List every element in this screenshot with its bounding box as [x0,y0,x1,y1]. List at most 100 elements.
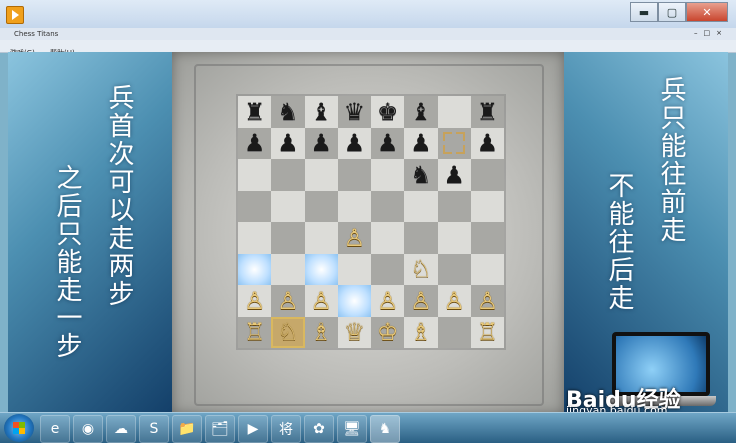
board-square[interactable] [304,190,338,222]
black-piece[interactable]: ♟ [377,131,399,155]
start-button[interactable] [4,414,34,442]
board-square[interactable] [271,222,305,254]
board-square[interactable] [404,222,438,254]
board-square[interactable]: ♙ [404,285,438,317]
board-square[interactable]: ♝ [404,96,438,128]
board-square[interactable]: ♔ [371,316,405,348]
taskbar-app-icon[interactable]: ✿ [304,415,334,443]
board-square[interactable]: ♙ [470,285,504,317]
taskbar-app-icon[interactable]: 将 [271,415,301,443]
board-square[interactable]: ♛ [337,96,371,128]
taskbar-app-icon[interactable]: 🗂 [205,415,235,443]
board-square[interactable] [371,222,405,254]
white-piece[interactable]: ♘ [277,320,299,344]
black-piece[interactable]: ♛ [344,100,366,124]
taskbar-app-icon[interactable]: 🖥 [337,415,367,443]
black-piece[interactable]: ♝ [310,100,332,124]
board-square[interactable]: ♟ [437,159,471,191]
board-square[interactable]: ♙ [271,285,305,317]
board-square[interactable] [304,253,338,285]
board-square[interactable] [470,159,504,191]
white-piece[interactable]: ♙ [310,289,332,313]
white-piece[interactable]: ♖ [477,320,499,344]
white-piece[interactable]: ♗ [310,320,332,344]
black-piece[interactable]: ♟ [277,131,299,155]
taskbar-app-icon[interactable]: e [40,415,70,443]
black-piece[interactable]: ♞ [277,100,299,124]
white-piece[interactable]: ♙ [410,289,432,313]
board-square[interactable] [470,190,504,222]
board-square[interactable] [371,253,405,285]
white-piece[interactable]: ♙ [443,289,465,313]
black-piece[interactable]: ♟ [310,131,332,155]
board-square[interactable]: ♜ [238,96,272,128]
board-square[interactable] [271,159,305,191]
board-square[interactable] [238,190,272,222]
board-square[interactable] [437,253,471,285]
taskbar-app-icon[interactable]: ◉ [73,415,103,443]
chess-board[interactable]: ♜ ♞ ♝ ♛ ♚ ♝ ♜ ♟ ♟ ♟ ♟ ♟ ♟ ♟ ♞ ♟ ♙ ♘ ♙ ♙ ♙ ♙ ♙ ♙ ♙ ♖ ♘ ♗ ♕ ♔ ♗ ♖ [238,96,504,348]
white-piece[interactable]: ♙ [377,289,399,313]
taskbar-app-icon[interactable]: ♞ [370,415,400,443]
taskbar-app-icon[interactable]: S [139,415,169,443]
board-square[interactable] [238,159,272,191]
maximize-button[interactable]: ▢ [658,2,686,22]
board-square[interactable]: ♗ [404,316,438,348]
board-square[interactable]: ♟ [238,127,272,159]
taskbar-app-icon[interactable]: 📁 [172,415,202,443]
black-piece[interactable]: ♞ [410,163,432,187]
black-piece[interactable]: ♟ [477,131,499,155]
board-square[interactable] [470,253,504,285]
board-square[interactable] [337,190,371,222]
black-piece[interactable]: ♜ [244,100,266,124]
white-piece[interactable]: ♙ [344,226,366,250]
board-square[interactable]: ♚ [371,96,405,128]
white-piece[interactable]: ♙ [477,289,499,313]
board-square[interactable]: ♟ [271,127,305,159]
board-square[interactable]: ♟ [470,127,504,159]
board-square[interactable]: ♙ [371,285,405,317]
white-piece[interactable]: ♘ [410,257,432,281]
board-square[interactable] [437,222,471,254]
white-piece[interactable]: ♕ [344,320,366,344]
board-square[interactable] [304,159,338,191]
white-piece[interactable]: ♙ [277,289,299,313]
taskbar-app-icon[interactable]: ☁ [106,415,136,443]
black-piece[interactable]: ♟ [443,163,465,187]
board-square[interactable] [238,253,272,285]
board-square[interactable]: ♝ [304,96,338,128]
board-square[interactable]: ♟ [404,127,438,159]
white-piece[interactable]: ♔ [377,320,399,344]
white-piece[interactable]: ♖ [244,320,266,344]
board-square[interactable]: ♗ [304,316,338,348]
white-piece[interactable]: ♙ [244,289,266,313]
board-square[interactable] [238,222,272,254]
board-square[interactable]: ♕ [337,316,371,348]
minimize-button[interactable]: ▬ [630,2,658,22]
board-square[interactable]: ♖ [238,316,272,348]
board-square[interactable]: ♞ [271,96,305,128]
title-bar[interactable]: ▬ ▢ ✕ [0,0,736,29]
board-square[interactable]: ♖ [470,316,504,348]
board-square[interactable] [470,222,504,254]
board-square[interactable] [271,190,305,222]
board-square[interactable]: ♙ [304,285,338,317]
board-square[interactable]: ♞ [404,159,438,191]
board-square[interactable]: ♘ [271,316,305,348]
board-square[interactable] [437,127,471,159]
black-piece[interactable]: ♟ [410,131,432,155]
black-piece[interactable]: ♚ [377,100,399,124]
board-square[interactable]: ♙ [437,285,471,317]
board-square[interactable]: ♘ [404,253,438,285]
black-piece[interactable]: ♜ [477,100,499,124]
board-square[interactable]: ♙ [337,222,371,254]
black-piece[interactable]: ♟ [244,131,266,155]
board-square[interactable] [371,159,405,191]
board-square[interactable] [337,253,371,285]
board-square[interactable] [404,190,438,222]
board-square[interactable] [437,316,471,348]
board-square[interactable]: ♜ [470,96,504,128]
taskbar-app-icon[interactable]: ▶ [238,415,268,443]
board-square[interactable] [371,190,405,222]
inner-window-controls[interactable]: –□× [694,29,728,37]
